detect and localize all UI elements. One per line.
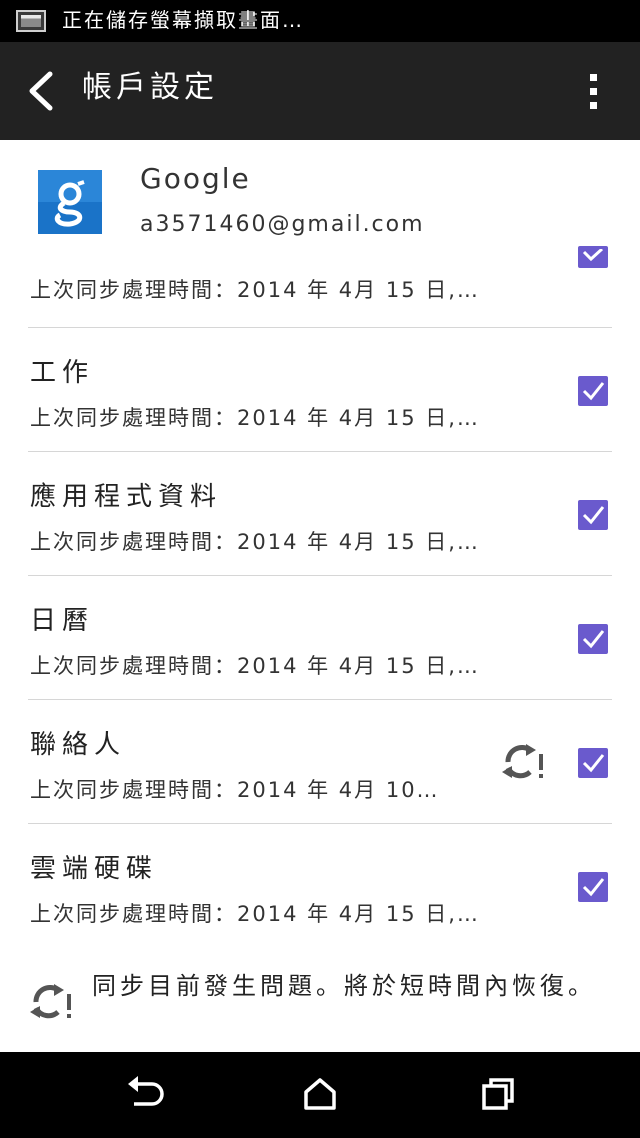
sync-checkbox[interactable]	[578, 500, 608, 530]
sync-item-calendar[interactable]: 日曆 上次同步處理時間：2014 年 4月 15 日,…	[0, 576, 640, 700]
sync-item-label: 雲端硬碟	[30, 854, 159, 884]
sync-item-subtitle: 上次同步處理時間：2014 年 4月 15 日,…	[30, 278, 480, 302]
sync-checkbox[interactable]	[578, 872, 608, 902]
sync-item-label: 應用程式資料	[30, 482, 223, 512]
sync-checkbox[interactable]	[578, 376, 608, 406]
app-bar: 帳戶設定	[0, 42, 640, 140]
sync-problem-icon	[28, 982, 74, 1026]
account-header: Google a3571460@gmail.com	[0, 140, 640, 258]
sync-item-label: 日曆	[30, 606, 95, 636]
more-vertical-icon[interactable]	[578, 70, 610, 114]
navigation-bar	[0, 1052, 640, 1138]
sync-checkbox[interactable]	[578, 748, 608, 778]
page-title: 帳戶設定	[82, 70, 218, 105]
sync-item[interactable]: 上次同步處理時間：2014 年 4月 15 日,…	[0, 246, 640, 328]
account-provider: Google	[140, 162, 251, 195]
back-arrow-icon[interactable]	[124, 1076, 164, 1116]
google-logo-icon	[38, 170, 102, 234]
sync-item-subtitle: 上次同步處理時間：2014 年 4月 15 日,…	[30, 530, 480, 554]
sync-item-app-data[interactable]: 應用程式資料 上次同步處理時間：2014 年 4月 15 日,…	[0, 452, 640, 576]
chevron-left-icon[interactable]	[22, 68, 62, 114]
sync-item-label: 聯絡人	[30, 730, 127, 760]
sync-item-work[interactable]: 工作 上次同步處理時間：2014 年 4月 15 日,…	[0, 328, 640, 452]
sync-item-label: 工作	[30, 358, 95, 388]
sync-item-subtitle: 上次同步處理時間：2014 年 4月 15 日,…	[30, 654, 480, 678]
sync-problem-text: 同步目前發生問題。將於短時間內恢復。	[92, 972, 596, 1000]
sync-list: 上次同步處理時間：2014 年 4月 15 日,… 工作 上次同步處理時間：20…	[0, 246, 640, 948]
sync-item-subtitle: 上次同步處理時間：2014 年 4月 15 日,…	[30, 902, 480, 926]
sync-checkbox[interactable]	[578, 246, 608, 268]
sync-item-subtitle: 上次同步處理時間：2014 年 4月 10…	[30, 778, 440, 802]
sync-problem-icon	[500, 742, 546, 786]
home-icon[interactable]	[302, 1076, 338, 1116]
sync-item-subtitle: 上次同步處理時間：2014 年 4月 15 日,…	[30, 406, 480, 430]
account-email: a3571460@gmail.com	[140, 212, 425, 237]
recents-icon[interactable]	[480, 1076, 516, 1116]
screenshot-thumbnail-icon	[16, 10, 46, 32]
sync-problem-message: 同步目前發生問題。將於短時間內恢復。	[0, 956, 640, 1052]
sync-item-drive[interactable]: 雲端硬碟 上次同步處理時間：2014 年 4月 15 日,…	[0, 824, 640, 948]
status-bar: 正在儲存螢幕擷取畫面…	[0, 0, 640, 42]
sync-checkbox[interactable]	[578, 624, 608, 654]
status-text: 正在儲存螢幕擷取畫面…	[62, 8, 304, 32]
sync-item-contacts[interactable]: 聯絡人 上次同步處理時間：2014 年 4月 10…	[0, 700, 640, 824]
